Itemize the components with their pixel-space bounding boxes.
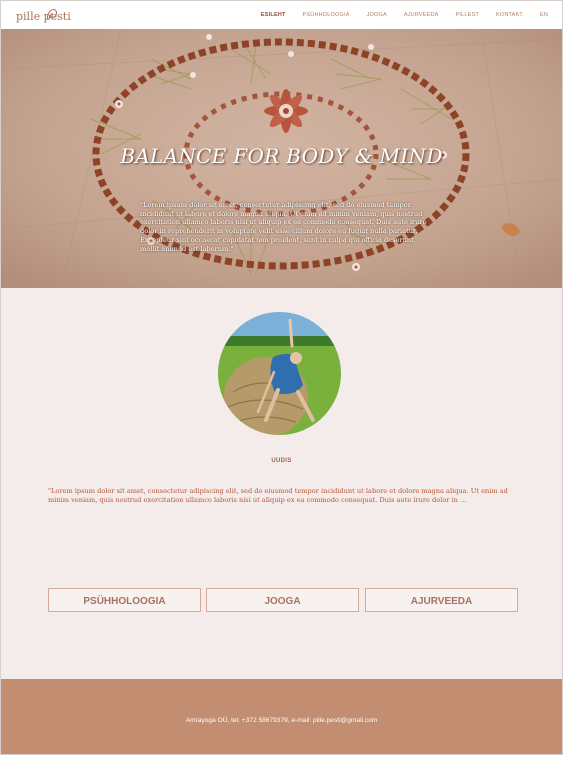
ajurveeda-button[interactable]: AJURVEEDA — [365, 588, 518, 612]
nav-item-kontakt[interactable]: KONTAKT — [496, 12, 523, 18]
nav-item-psuhholoogia[interactable]: PSÜHHOLOOGIA — [303, 12, 350, 18]
nav-item-esileht[interactable]: ESILEHT — [261, 12, 286, 18]
hero-title: BALANCE FOR BODY & MIND — [120, 144, 443, 168]
news-text: "Lorem ipsum dolor sit amet, consectetur… — [48, 487, 508, 504]
profile-photo — [218, 312, 341, 435]
nav-item-ajurveeda[interactable]: AJURVEEDA — [404, 12, 439, 18]
logo-text: pille pesti — [16, 10, 71, 23]
main-nav: ESILEHT PSÜHHOLOOGIA JOOGA AJURVEEDA PIL… — [244, 1, 548, 29]
news-heading: UUDIS — [271, 458, 292, 464]
category-buttons: PSÜHHOLOOGIA JOOGA AJURVEEDA — [48, 588, 518, 612]
yoga-pose-photo — [218, 312, 341, 435]
site-header: pille pesti ESILEHT PSÜHHOLOOGIA JOOGA A… — [1, 1, 562, 30]
hero-text: "Lorem ipsum dolor sit amet, consectetur… — [140, 201, 427, 253]
footer-contact-text: Amrayoga OÜ, tel: +372 58679379, e-mail:… — [185, 717, 378, 724]
hero-banner: BALANCE FOR BODY & MIND "Lorem ipsum dol… — [1, 29, 562, 288]
site-logo[interactable]: pille pesti — [16, 7, 71, 25]
logo-swirl-icon — [47, 9, 57, 21]
jooga-button[interactable]: JOOGA — [206, 588, 359, 612]
nav-item-language-en[interactable]: EN — [540, 12, 548, 18]
site-footer: Amrayoga OÜ, tel: +372 58679379, e-mail:… — [1, 679, 562, 754]
page-frame: pille pesti ESILEHT PSÜHHOLOOGIA JOOGA A… — [0, 0, 563, 755]
nav-item-pillest[interactable]: PILLEST — [456, 12, 479, 18]
psuhholoogia-button[interactable]: PSÜHHOLOOGIA — [48, 588, 201, 612]
nav-item-jooga[interactable]: JOOGA — [367, 12, 387, 18]
